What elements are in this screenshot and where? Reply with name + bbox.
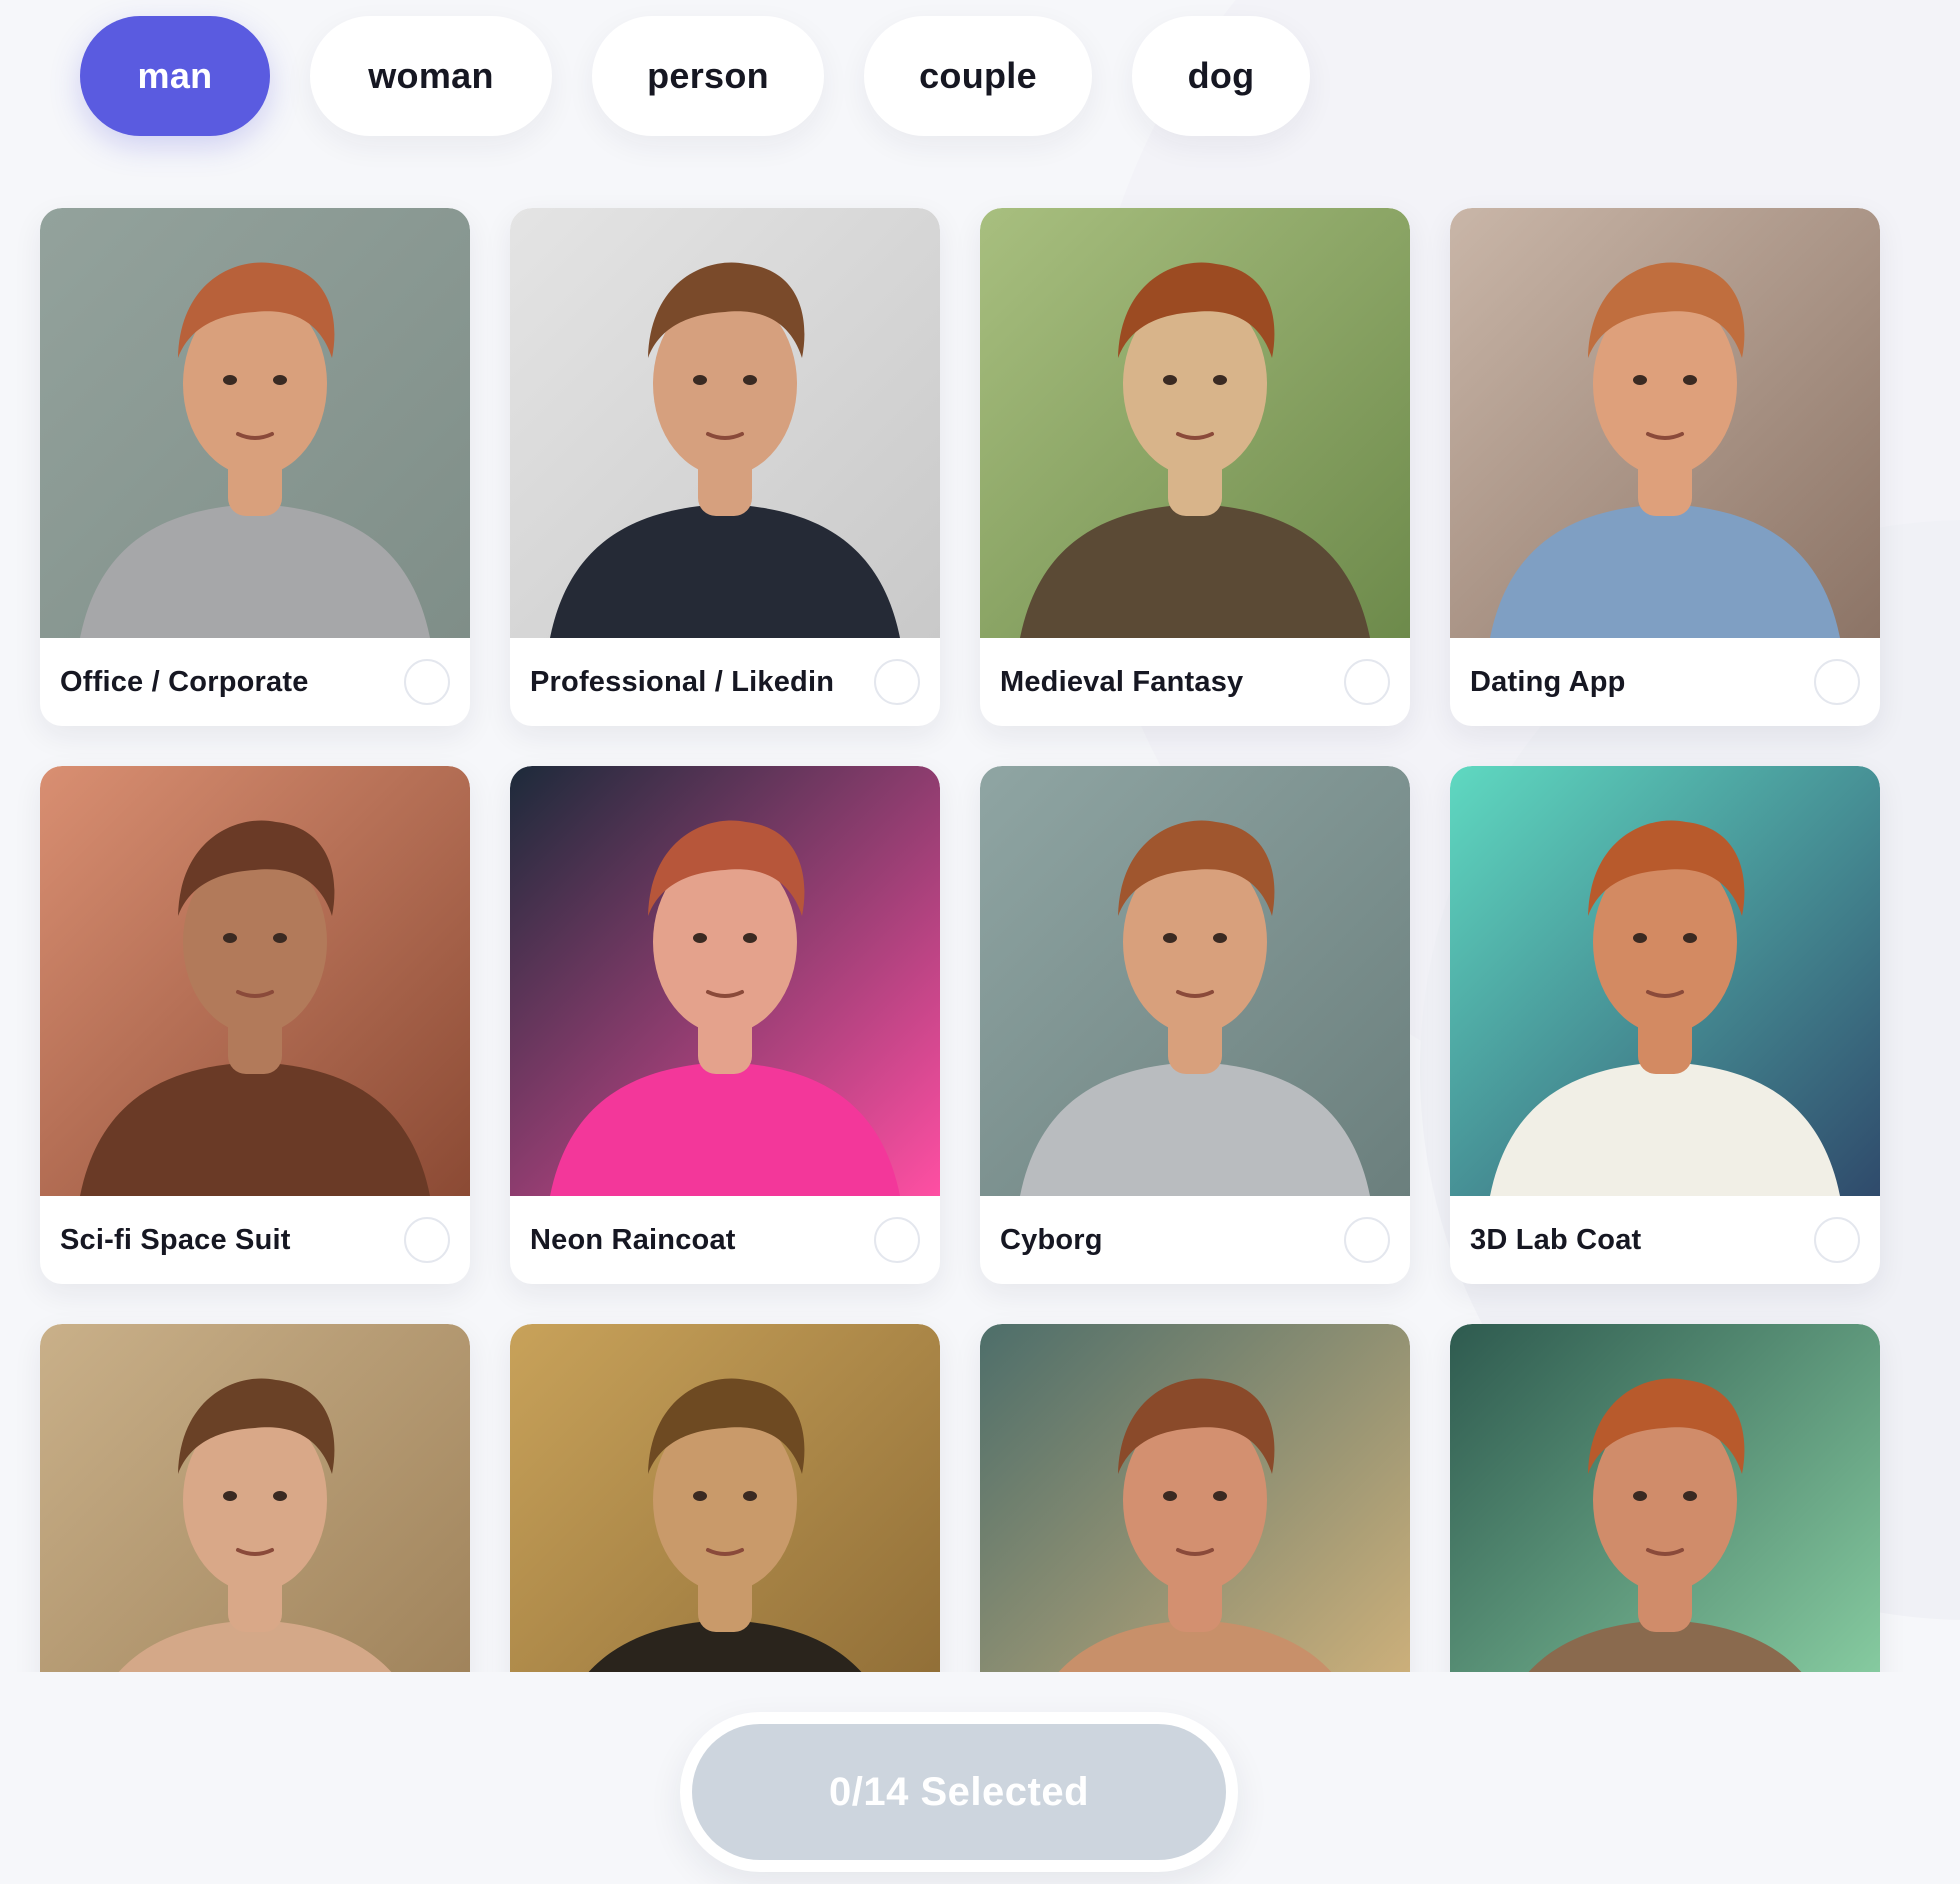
style-card-label: Medieval Fantasy: [1000, 665, 1244, 698]
style-card-label: Cyborg: [1000, 1223, 1103, 1256]
select-radio[interactable]: [1344, 1217, 1390, 1263]
style-card[interactable]: 3D Lab Coat: [1450, 766, 1880, 1284]
style-grid: Office / Corporate Professional / Likedin…: [40, 208, 1880, 1672]
tab-couple[interactable]: couple: [864, 16, 1092, 136]
portrait-image: [510, 1324, 940, 1672]
style-card-footer: 3D Lab Coat: [1450, 1196, 1880, 1284]
style-thumbnail: [1450, 1324, 1880, 1672]
style-thumbnail: [510, 208, 940, 638]
style-card-label: Neon Raincoat: [530, 1223, 736, 1256]
select-radio[interactable]: [404, 659, 450, 705]
style-card[interactable]: Sci-fi Space Suit: [40, 766, 470, 1284]
portrait-image: [510, 766, 940, 1196]
style-picker-page: man woman person couple dog Office / Cor…: [0, 0, 1960, 1884]
selection-counter-button[interactable]: 0/14 Selected: [692, 1724, 1226, 1860]
portrait-image: [1450, 766, 1880, 1196]
tab-dog[interactable]: dog: [1132, 16, 1310, 136]
select-radio[interactable]: [404, 1217, 450, 1263]
style-card[interactable]: Dating App: [1450, 208, 1880, 726]
portrait-image: [40, 1324, 470, 1672]
selection-counter-container: 0/14 Selected: [680, 1712, 1238, 1872]
style-thumbnail: [510, 1324, 940, 1672]
style-card[interactable]: Cyborg: [980, 766, 1410, 1284]
style-thumbnail: [40, 766, 470, 1196]
portrait-image: [980, 208, 1410, 638]
portrait-image: [980, 1324, 1410, 1672]
style-card-footer: Professional / Likedin: [510, 638, 940, 726]
category-tabs: man woman person couple dog: [80, 16, 1310, 136]
style-card[interactable]: [510, 1324, 940, 1672]
style-thumbnail: [1450, 766, 1880, 1196]
style-card[interactable]: Medieval Fantasy: [980, 208, 1410, 726]
select-radio[interactable]: [874, 659, 920, 705]
style-thumbnail: [980, 1324, 1410, 1672]
style-card-label: Office / Corporate: [60, 665, 309, 698]
style-card[interactable]: [1450, 1324, 1880, 1672]
portrait-image: [40, 766, 470, 1196]
style-card-footer: Neon Raincoat: [510, 1196, 940, 1284]
select-radio[interactable]: [1814, 1217, 1860, 1263]
style-thumbnail: [980, 766, 1410, 1196]
style-thumbnail: [40, 208, 470, 638]
style-thumbnail: [1450, 208, 1880, 638]
style-card-label: Sci-fi Space Suit: [60, 1223, 291, 1256]
select-radio[interactable]: [874, 1217, 920, 1263]
select-radio[interactable]: [1344, 659, 1390, 705]
style-card[interactable]: [40, 1324, 470, 1672]
style-card[interactable]: Neon Raincoat: [510, 766, 940, 1284]
style-card[interactable]: [980, 1324, 1410, 1672]
style-card-label: Dating App: [1470, 665, 1626, 698]
style-thumbnail: [980, 208, 1410, 638]
style-card[interactable]: Office / Corporate: [40, 208, 470, 726]
style-card-footer: Cyborg: [980, 1196, 1410, 1284]
style-grid-viewport[interactable]: Office / Corporate Professional / Likedin…: [0, 188, 1960, 1672]
portrait-image: [980, 766, 1410, 1196]
tab-man[interactable]: man: [80, 16, 270, 136]
portrait-image: [510, 208, 940, 638]
style-card-label: Professional / Likedin: [530, 665, 835, 698]
style-thumbnail: [510, 766, 940, 1196]
style-card-footer: Sci-fi Space Suit: [40, 1196, 470, 1284]
style-card-footer: Medieval Fantasy: [980, 638, 1410, 726]
portrait-image: [40, 208, 470, 638]
style-card-footer: Dating App: [1450, 638, 1880, 726]
portrait-image: [1450, 1324, 1880, 1672]
tab-woman[interactable]: woman: [310, 16, 552, 136]
style-card[interactable]: Professional / Likedin: [510, 208, 940, 726]
tab-person[interactable]: person: [592, 16, 824, 136]
select-radio[interactable]: [1814, 659, 1860, 705]
style-card-label: 3D Lab Coat: [1470, 1223, 1642, 1256]
style-thumbnail: [40, 1324, 470, 1672]
portrait-image: [1450, 208, 1880, 638]
style-card-footer: Office / Corporate: [40, 638, 470, 726]
